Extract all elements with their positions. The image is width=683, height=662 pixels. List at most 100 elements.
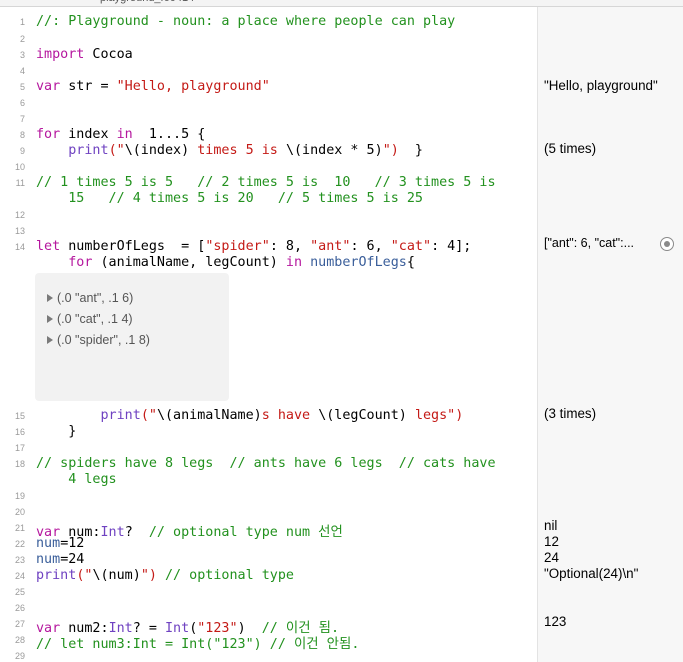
line-number: 23: [14, 555, 25, 565]
line-number: 9: [19, 146, 25, 156]
disclosure-triangle-icon[interactable]: [47, 315, 53, 323]
code-line[interactable]: print("\(index) times 5 is \(index * 5)"…: [36, 143, 423, 158]
line-number: 28: [14, 635, 25, 645]
code-line[interactable]: // 1 times 5 is 5 // 2 times 5 is 10 // …: [36, 175, 496, 190]
line-number: 6: [19, 98, 25, 108]
code-line[interactable]: //: Playground - noun: a place where peo…: [36, 14, 455, 29]
code-token: in: [285, 255, 303, 270]
code-token: : 8,: [269, 239, 311, 254]
code-token: print: [100, 408, 141, 423]
line-number: 24: [14, 571, 25, 581]
result-optional[interactable]: "Optional(24)\n": [544, 566, 638, 581]
line-number: 14: [14, 242, 25, 252]
code-token: ?: [124, 525, 149, 540]
code-token: 15 // 4 times 5 is 20 // 5 times 5 is 25: [36, 191, 423, 206]
code-line[interactable]: print("\(animalName)s have \(legCount) l…: [36, 408, 464, 423]
line-number: 4: [19, 66, 25, 76]
result-num-12[interactable]: 12: [544, 534, 559, 549]
code-line[interactable]: num=24: [36, 552, 84, 567]
line-number: 17: [14, 443, 25, 453]
code-token: index: [60, 127, 117, 142]
result-num2[interactable]: 123: [544, 614, 566, 629]
line-number: 12: [14, 210, 25, 220]
code-token: \(index): [124, 143, 198, 158]
code-token: \(animalName): [156, 408, 262, 423]
code-token: {: [406, 255, 415, 270]
code-token: times 5 is: [197, 143, 286, 158]
code-token: // let num3:Int = Int("123") // 이건 안됨.: [36, 637, 360, 652]
result-print[interactable]: (3 times): [544, 406, 596, 421]
result-loop[interactable]: (5 times): [544, 141, 596, 156]
code-token: =24: [60, 552, 85, 567]
code-token: Int: [100, 525, 125, 540]
line-number: 7: [19, 114, 25, 124]
code-line[interactable]: // spiders have 8 legs // ants have 6 le…: [36, 456, 496, 471]
code-token: \(num): [92, 568, 141, 583]
result-dictionary[interactable]: ["ant": 6, "cat":...: [544, 236, 634, 250]
line-number: 3: [19, 50, 25, 60]
results-sidebar: "Hello, playground" (5 times) ["ant": 6,…: [537, 7, 683, 662]
line-number: 8: [19, 130, 25, 140]
code-token: "cat": [390, 239, 432, 254]
code-line[interactable]: // let num3:Int = Int("123") // 이건 안됨.: [36, 632, 359, 652]
result-item[interactable]: (.0 "spider", .1 8): [47, 333, 150, 347]
code-token: s have: [261, 408, 319, 423]
code-line[interactable]: import Cocoa: [36, 47, 133, 62]
code-token: (animalName, legCount): [92, 255, 286, 270]
result-num[interactable]: nil: [544, 518, 557, 533]
line-number: 20: [14, 507, 25, 517]
code-token: num: [36, 536, 61, 551]
code-token: // spiders have 8 legs // ants have 6 le…: [36, 456, 496, 471]
code-token: // optional type num 선언: [148, 525, 343, 540]
line-number: 25: [14, 587, 25, 597]
code-token: =12: [60, 536, 85, 551]
result-item[interactable]: (.0 "cat", .1 4): [47, 312, 133, 326]
code-token: var: [36, 79, 61, 94]
code-token: // optional type: [165, 568, 294, 583]
line-number: 16: [14, 427, 25, 437]
disclosure-triangle-icon[interactable]: [47, 294, 53, 302]
code-line[interactable]: 4 legs: [36, 472, 117, 487]
code-line[interactable]: for (animalName, legCount) in numberOfLe…: [36, 255, 415, 270]
code-token: }: [36, 424, 77, 439]
code-token: legs"): [414, 408, 464, 423]
code-line[interactable]: let numberOfLegs = ["spider": 8, "ant": …: [36, 239, 471, 254]
inline-result-view[interactable]: (.0 "ant", .1 6) (.0 "cat", .1 4) (.0 "s…: [35, 273, 229, 401]
line-number: 27: [14, 619, 25, 629]
line-number: 26: [14, 603, 25, 613]
code-token: for: [36, 127, 61, 142]
code-line[interactable]: print("\(num)") // optional type: [36, 568, 294, 583]
code-line[interactable]: for index in 1...5 {: [36, 127, 205, 142]
code-token: in: [116, 127, 133, 142]
title-bar: playground_f60414: [0, 0, 683, 7]
code-token: // 1 times 5 is 5 // 2 times 5 is 10 // …: [36, 175, 496, 190]
code-token: : 4];: [431, 239, 472, 254]
code-token: Cocoa: [84, 47, 133, 62]
line-number: 1: [19, 17, 25, 27]
result-str[interactable]: "Hello, playground": [544, 78, 658, 93]
code-token: "): [382, 143, 399, 158]
code-token: 4 legs: [36, 472, 117, 487]
code-token: import: [36, 47, 85, 62]
code-line[interactable]: num=12: [36, 536, 84, 551]
code-token: (": [108, 143, 125, 158]
code-line[interactable]: 15 // 4 times 5 is 20 // 5 times 5 is 25: [36, 191, 423, 206]
code-line[interactable]: }: [36, 424, 76, 439]
code-token: for: [68, 255, 93, 270]
result-item[interactable]: (.0 "ant", .1 6): [47, 291, 133, 305]
result-num-24[interactable]: 24: [544, 550, 559, 565]
line-number: 10: [14, 162, 25, 172]
code-line[interactable]: var str = "Hello, playground": [36, 79, 270, 94]
quick-look-icon[interactable]: [660, 237, 674, 251]
code-token: "spider": [205, 239, 270, 254]
code-token: numberOfLegs = [: [60, 239, 206, 254]
disclosure-triangle-icon[interactable]: [47, 336, 53, 344]
file-title: playground_f60414: [100, 0, 194, 4]
code-token: (": [76, 568, 93, 583]
code-token: //: Playground - noun: a place where peo…: [36, 14, 456, 29]
code-token: str =: [60, 79, 117, 94]
